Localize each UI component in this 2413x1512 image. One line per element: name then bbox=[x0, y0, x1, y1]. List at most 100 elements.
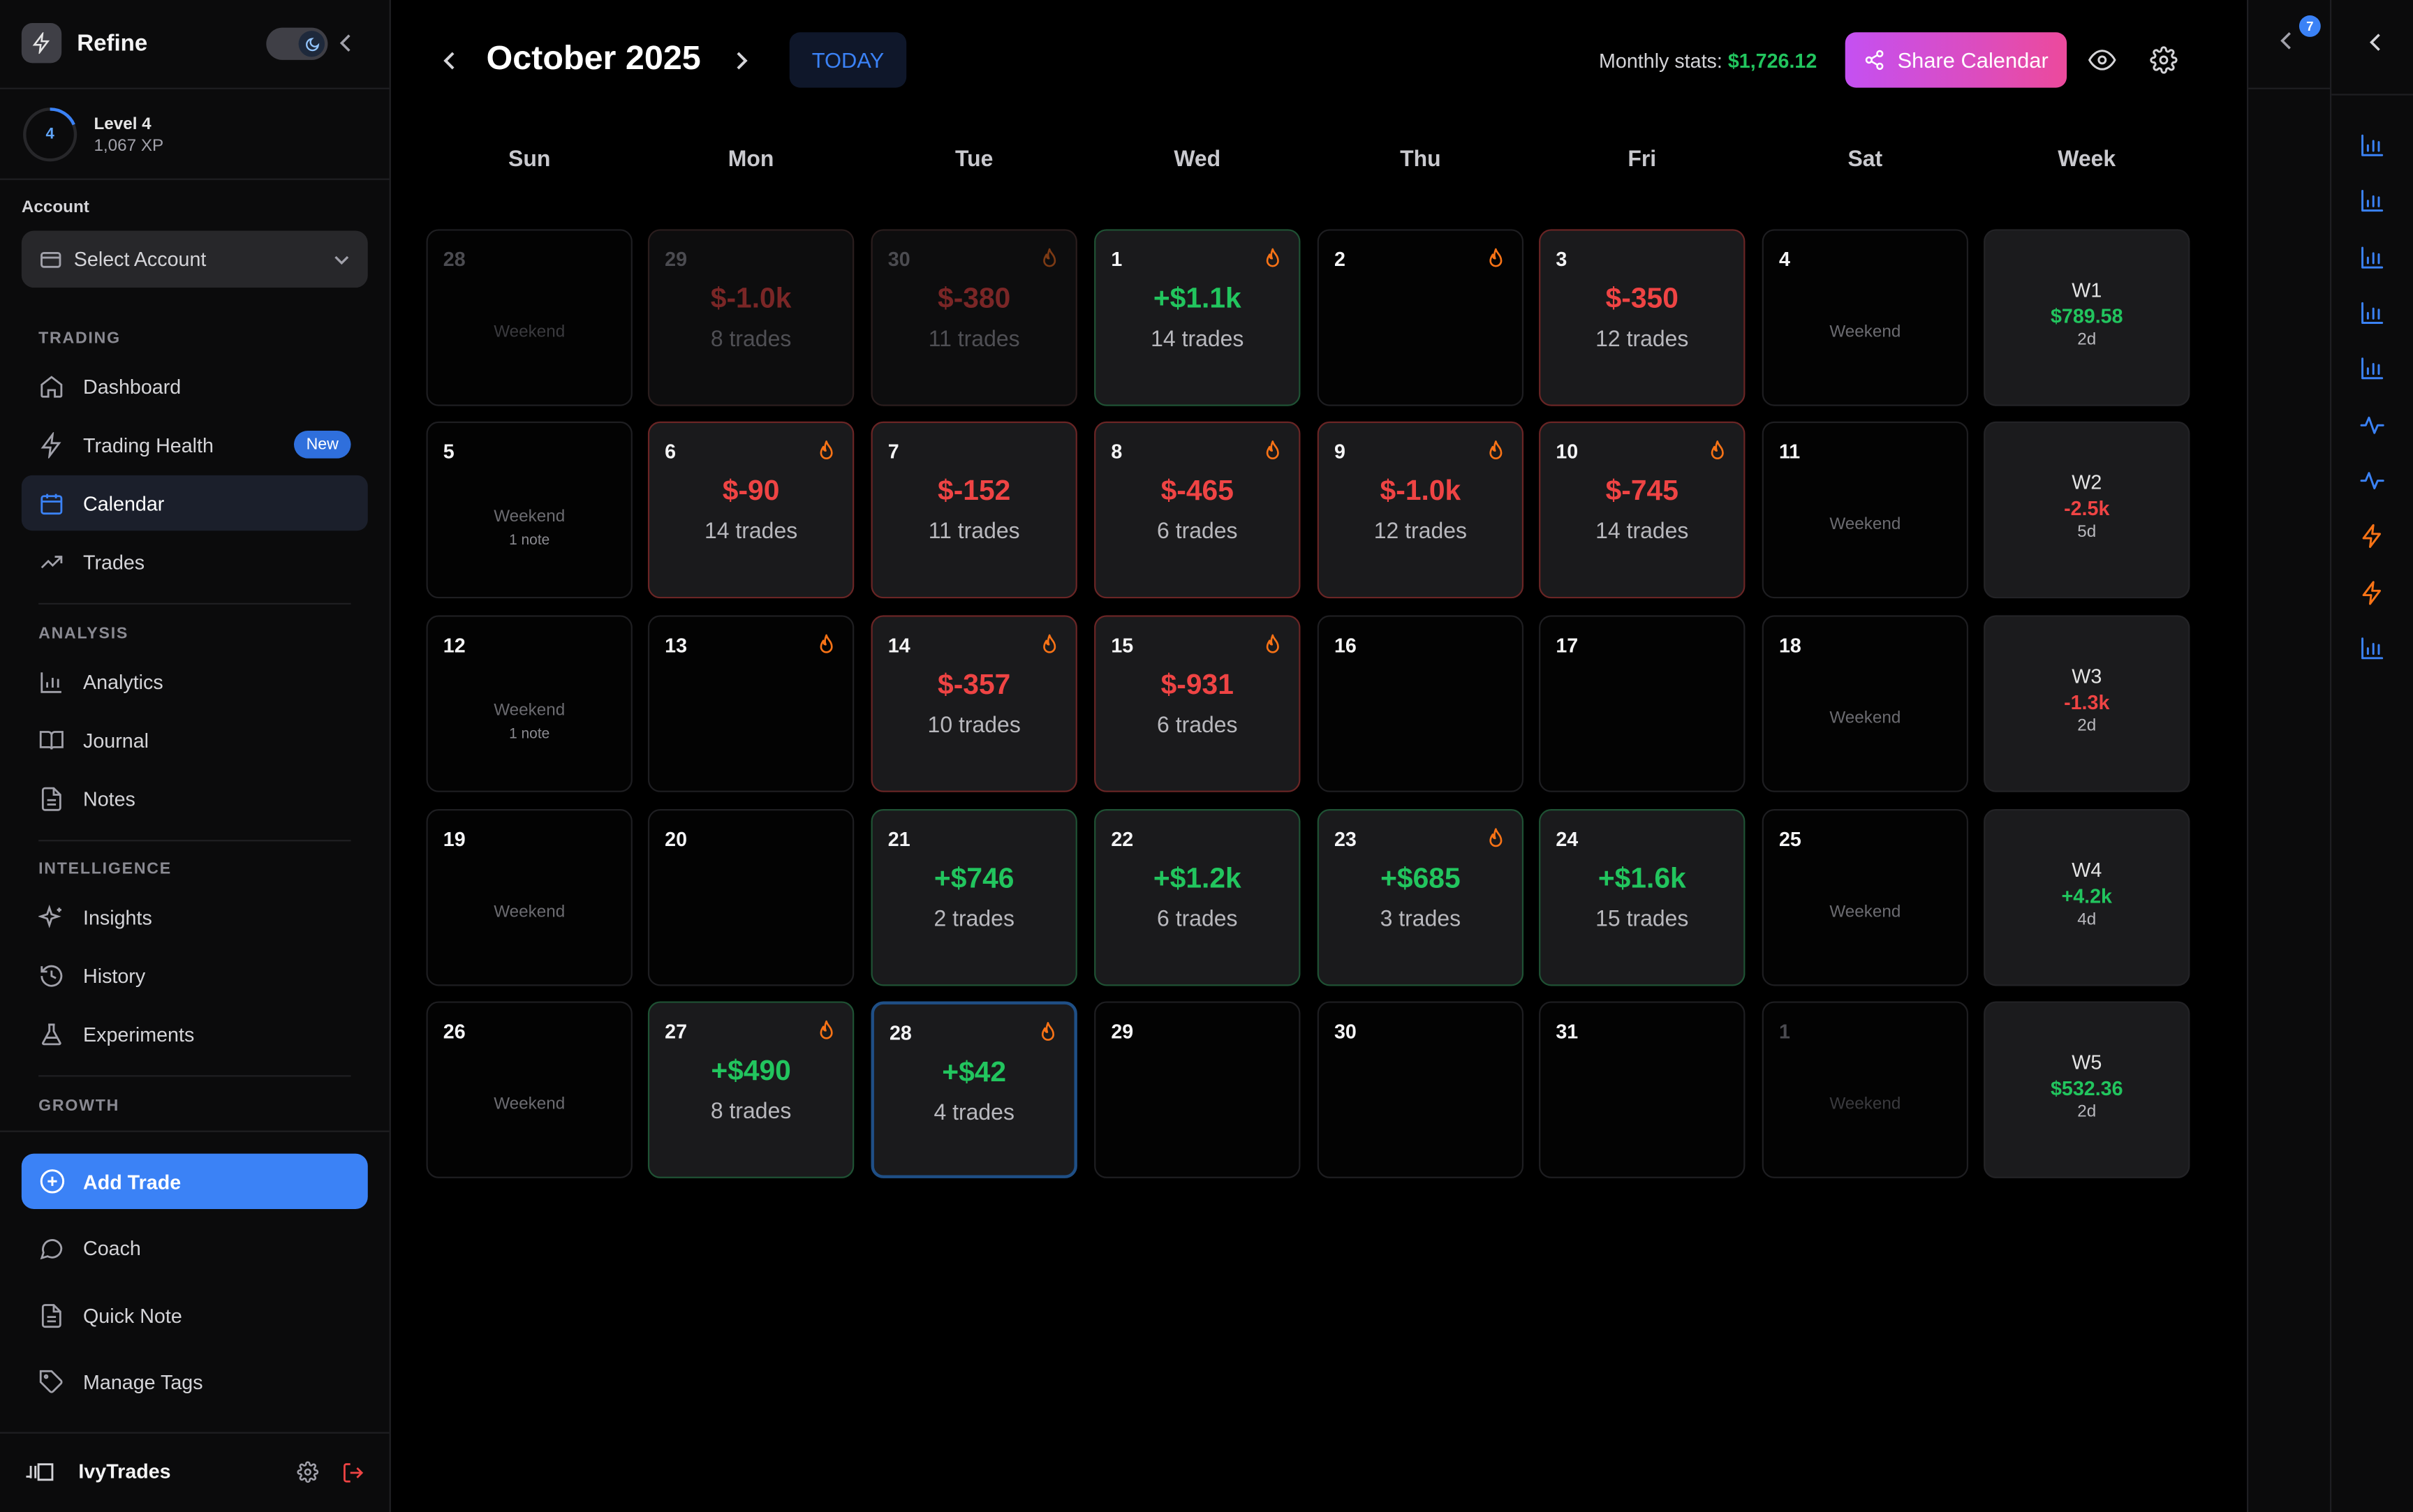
day-cell[interactable]: 23 +$685 3 trades bbox=[1317, 809, 1524, 986]
account-select[interactable]: Select Account bbox=[21, 230, 368, 288]
week-summary[interactable]: W1 $789.58 2d bbox=[1984, 229, 2190, 406]
manage-tags-button[interactable]: Manage Tags bbox=[22, 1354, 368, 1409]
day-number: 31 bbox=[1556, 1019, 1579, 1043]
day-cell[interactable]: 6 $-90 14 trades bbox=[647, 421, 855, 599]
wallet-icon bbox=[40, 251, 61, 267]
day-cell[interactable]: 24 +$1.6k 15 trades bbox=[1539, 809, 1746, 986]
sidebar-item-calendar[interactable]: Calendar bbox=[21, 475, 368, 531]
day-number: 6 bbox=[665, 440, 677, 464]
quick-note-button[interactable]: Quick Note bbox=[22, 1287, 368, 1342]
day-cell[interactable]: 1 +$1.1k 14 trades bbox=[1094, 229, 1301, 406]
bar-chart-icon[interactable] bbox=[2359, 635, 2385, 661]
next-month-button[interactable] bbox=[726, 45, 757, 75]
monthly-stats-label: Monthly stats: bbox=[1599, 49, 1722, 73]
day-cell[interactable]: 31 bbox=[1539, 1001, 1746, 1178]
day-cell[interactable]: 25 Weekend bbox=[1762, 809, 1969, 986]
day-cell[interactable]: 18 Weekend bbox=[1762, 615, 1969, 792]
bar-chart-icon[interactable] bbox=[2359, 188, 2385, 214]
bar-chart-icon[interactable] bbox=[2359, 300, 2385, 326]
day-cell[interactable]: 28 +$42 4 trades bbox=[871, 1001, 1077, 1178]
user-name[interactable]: IvyTrades bbox=[78, 1460, 170, 1483]
pulse-icon[interactable] bbox=[2359, 413, 2385, 438]
bar-chart-icon[interactable] bbox=[2359, 355, 2385, 381]
logout-icon[interactable] bbox=[341, 1461, 364, 1484]
day-cell[interactable]: 7 $-152 11 trades bbox=[871, 421, 1077, 599]
add-trade-button[interactable]: Add Trade bbox=[21, 1153, 368, 1209]
sidebar-item-label: Trading Health bbox=[83, 433, 214, 457]
expand-widgets-button[interactable] bbox=[2368, 32, 2382, 60]
day-number: 23 bbox=[1334, 827, 1357, 851]
bolt-icon[interactable] bbox=[2359, 580, 2385, 606]
brand[interactable]: Refine bbox=[21, 22, 147, 65]
new-badge: New bbox=[293, 430, 351, 459]
day-cell[interactable]: 30 $-380 11 trades bbox=[871, 229, 1077, 406]
day-cell[interactable]: 26 Weekend bbox=[426, 1001, 633, 1178]
prev-month-button[interactable] bbox=[434, 45, 465, 75]
day-pnl: $-931 bbox=[1160, 667, 1234, 700]
sidebar-item-insights[interactable]: Insights bbox=[22, 889, 368, 944]
sidebar-item-history[interactable]: History bbox=[22, 947, 368, 1002]
sidebar-item-trading-health[interactable]: Trading Health New bbox=[22, 417, 368, 472]
week-summary[interactable]: W2 -2.5k 5d bbox=[1984, 421, 2190, 599]
week-summary[interactable]: W5 $532.36 2d bbox=[1984, 1001, 2190, 1178]
sidebar-item-label: Calendar bbox=[83, 491, 165, 515]
day-cell[interactable]: 13 bbox=[647, 615, 855, 792]
day-cell[interactable]: 17 bbox=[1539, 615, 1746, 792]
day-cell[interactable]: 16 bbox=[1317, 615, 1524, 792]
day-cell[interactable]: 27 +$490 8 trades bbox=[647, 1001, 855, 1178]
day-cell[interactable]: 8 $-465 6 trades bbox=[1094, 421, 1301, 599]
trade-count: 3 trades bbox=[1380, 907, 1461, 933]
day-cell[interactable]: 4 Weekend bbox=[1762, 229, 1969, 406]
day-cell[interactable]: 9 $-1.0k 12 trades bbox=[1317, 421, 1524, 599]
gear-icon[interactable] bbox=[297, 1461, 319, 1483]
day-cell[interactable]: 30 bbox=[1317, 1001, 1524, 1178]
day-cell[interactable]: 3 $-350 12 trades bbox=[1539, 229, 1746, 406]
chevron-right-icon bbox=[737, 51, 748, 69]
day-number: 11 bbox=[1778, 440, 1801, 464]
sidebar-item-notes[interactable]: Notes bbox=[22, 771, 368, 826]
week-summary[interactable]: W3 -1.3k 2d bbox=[1984, 615, 2190, 792]
sidebar-item-experiments[interactable]: Experiments bbox=[22, 1006, 368, 1061]
day-cell[interactable]: 19 Weekend bbox=[426, 809, 633, 986]
expand-panel-button[interactable] bbox=[2279, 31, 2293, 59]
share-calendar-button[interactable]: Share Calendar bbox=[1845, 32, 2067, 88]
day-cell[interactable]: 28 Weekend bbox=[426, 229, 633, 406]
day-cell[interactable]: 14 $-357 10 trades bbox=[871, 615, 1077, 792]
weekend-label: Weekend bbox=[494, 701, 566, 720]
bar-chart-icon[interactable] bbox=[2359, 244, 2385, 270]
collapse-sidebar-button[interactable] bbox=[335, 31, 357, 55]
day-cell[interactable]: 11 Weekend bbox=[1762, 421, 1969, 599]
day-cell[interactable]: 12 Weekend 1 note bbox=[426, 615, 633, 792]
day-number: 30 bbox=[887, 247, 910, 271]
day-cell[interactable]: 2 bbox=[1317, 229, 1524, 406]
day-cell[interactable]: 29 $-1.0k 8 trades bbox=[647, 229, 855, 406]
book-icon bbox=[39, 729, 64, 749]
sidebar-item-journal[interactable]: Journal bbox=[22, 712, 368, 767]
day-cell[interactable]: 21 +$746 2 trades bbox=[871, 809, 1077, 986]
bar-chart-icon[interactable] bbox=[2359, 133, 2385, 158]
day-cell[interactable]: 29 bbox=[1094, 1001, 1301, 1178]
day-pnl: $-1.0k bbox=[1380, 473, 1461, 506]
day-cell[interactable]: 22 +$1.2k 6 trades bbox=[1094, 809, 1301, 986]
bolt-icon[interactable] bbox=[2359, 523, 2385, 549]
week-summary[interactable]: W4 +4.2k 4d bbox=[1984, 809, 2190, 986]
pulse-icon[interactable] bbox=[2359, 468, 2385, 494]
day-cell[interactable]: 15 $-931 6 trades bbox=[1094, 615, 1301, 792]
section-growth: GROWTH bbox=[38, 1097, 120, 1116]
week-pnl: $789.58 bbox=[2050, 304, 2123, 328]
day-cell[interactable]: 5 Weekend 1 note bbox=[426, 421, 633, 599]
day-cell[interactable]: 1 Weekend bbox=[1762, 1001, 1969, 1178]
today-button[interactable]: TODAY bbox=[789, 32, 907, 88]
sidebar-item-dashboard[interactable]: Dashboard bbox=[22, 358, 368, 413]
calendar-settings-button[interactable] bbox=[2150, 46, 2178, 74]
coach-button[interactable]: Coach bbox=[22, 1220, 368, 1275]
theme-toggle[interactable] bbox=[266, 27, 328, 60]
day-cell[interactable]: 10 $-745 14 trades bbox=[1539, 421, 1746, 599]
sidebar-item-trades[interactable]: Trades bbox=[22, 534, 368, 589]
visibility-button[interactable] bbox=[2088, 46, 2116, 74]
account-label: Account bbox=[21, 198, 89, 217]
sidebar-item-analytics[interactable]: Analytics bbox=[22, 653, 368, 709]
day-cell[interactable]: 20 bbox=[647, 809, 855, 986]
flame-icon bbox=[1711, 440, 1724, 459]
level-widget[interactable]: 4 Level 4 1,067 XP bbox=[22, 106, 163, 163]
